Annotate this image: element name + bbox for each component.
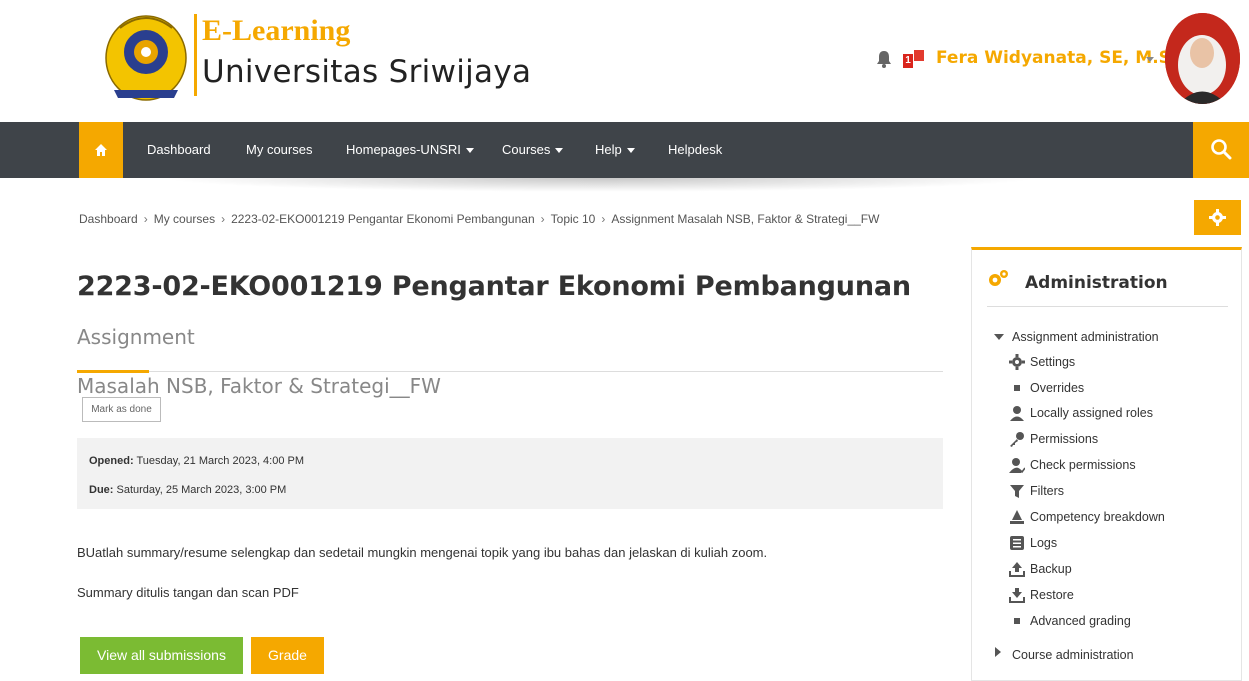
brand-divider <box>194 14 197 96</box>
view-all-submissions-button[interactable]: View all submissions <box>80 637 243 674</box>
search-icon <box>1211 139 1232 160</box>
due-date: Due: Saturday, 25 March 2023, 3:00 PM <box>89 484 286 496</box>
admin-item-settings[interactable]: Settings <box>1030 354 1075 370</box>
due-value: Saturday, 25 March 2023, 3:00 PM <box>116 484 287 496</box>
assignment-administration-node[interactable]: Assignment administration <box>1012 329 1159 345</box>
download-icon <box>1009 588 1025 603</box>
university-logo[interactable] <box>100 8 192 104</box>
breadcrumb-my-courses[interactable]: My courses <box>154 212 215 226</box>
admin-item-permissions[interactable]: Permissions <box>1030 431 1098 447</box>
assignment-instructions: Summary ditulis tangan dan scan PDF <box>77 585 299 600</box>
due-label: Due: <box>89 484 114 496</box>
search-button[interactable] <box>1193 122 1249 178</box>
admin-item-logs[interactable]: Logs <box>1030 535 1057 551</box>
opened-label: Opened: <box>89 455 134 467</box>
activity-name: Masalah NSB, Faktor & Strategi__FW <box>77 374 441 398</box>
nav-my-courses[interactable]: My courses <box>246 122 312 178</box>
breadcrumb-separator: › <box>601 212 606 226</box>
admin-item-restore[interactable]: Restore <box>1030 587 1074 603</box>
caret-down-icon <box>626 148 635 154</box>
administration-divider <box>987 306 1228 307</box>
assignment-description: BUatlah summary/resume selengkap dan sed… <box>77 545 768 560</box>
activity-type: Assignment <box>77 325 195 349</box>
main-navbar: Dashboard My courses Homepages-UNSRI Cou… <box>0 122 1249 178</box>
course-title: 2223-02-EKO001219 Pengantar Ekonomi Pemb… <box>77 271 911 302</box>
administration-block: Administration Assignment administration… <box>971 247 1242 681</box>
breadcrumb-topic[interactable]: Topic 10 <box>551 212 596 226</box>
breadcrumb-separator: › <box>221 212 226 226</box>
bullet-icon <box>1014 385 1020 391</box>
logs-icon <box>1010 536 1024 550</box>
expanded-arrow-icon[interactable] <box>994 334 1004 340</box>
caret-down-icon <box>465 148 474 154</box>
nav-help-label: Help <box>595 142 622 157</box>
nav-dashboard[interactable]: Dashboard <box>147 122 211 178</box>
home-button[interactable] <box>79 122 123 178</box>
nav-homepages-label: Homepages-UNSRI <box>346 142 461 157</box>
caret-down-icon <box>555 148 564 154</box>
nav-courses-label: Courses <box>502 142 551 157</box>
bullet-icon <box>1014 618 1020 624</box>
key-icon <box>1010 432 1024 447</box>
breadcrumb: Dashboard › My courses › 2223-02-EKO001219 P… <box>79 212 879 226</box>
title-accent-bar <box>77 370 149 373</box>
course-administration-node[interactable]: Course administration <box>1012 647 1134 663</box>
breadcrumb-assignment[interactable]: Assignment Masalah NSB, Faktor & Strateg… <box>611 212 879 226</box>
opened-value: Tuesday, 21 March 2023, 4:00 PM <box>136 455 305 467</box>
title-divider <box>77 371 943 372</box>
flag-icon <box>914 50 924 61</box>
opened-date: Opened: Tuesday, 21 March 2023, 4:00 PM <box>89 455 304 467</box>
gear-icon <box>1009 354 1025 370</box>
breadcrumb-course[interactable]: 2223-02-EKO001219 Pengantar Ekonomi Pemb… <box>231 212 535 226</box>
notification-badge: 1 <box>903 54 913 68</box>
page-settings-button[interactable] <box>1194 200 1241 235</box>
avatar[interactable] <box>1165 13 1240 104</box>
breadcrumb-separator: › <box>540 212 545 226</box>
gear-icon <box>1209 209 1226 226</box>
home-icon <box>95 144 107 156</box>
brand-subtitle: Universitas Sriwijaya <box>202 54 532 90</box>
grade-button[interactable]: Grade <box>251 637 324 674</box>
administration-title: Administration <box>1025 273 1168 293</box>
admin-item-competency-breakdown[interactable]: Competency breakdown <box>1030 509 1165 525</box>
nav-helpdesk[interactable]: Helpdesk <box>668 122 722 178</box>
activity-dates: Opened: Tuesday, 21 March 2023, 4:00 PM … <box>77 438 943 509</box>
nav-help[interactable]: Help <box>595 122 635 178</box>
cogs-icon <box>987 269 1009 294</box>
nav-courses[interactable]: Courses <box>502 122 564 178</box>
user-check-icon <box>1009 458 1025 473</box>
page-title: 2223-02-EKO001219 Pengantar Ekonomi Pemb… <box>77 264 947 412</box>
admin-item-filters[interactable]: Filters <box>1030 483 1064 499</box>
breadcrumb-dashboard[interactable]: Dashboard <box>79 212 138 226</box>
user-menu-name[interactable]: Fera Widyanata, SE, M.Si <box>936 48 1177 68</box>
admin-item-overrides[interactable]: Overrides <box>1030 380 1084 396</box>
user-icon <box>1010 406 1024 421</box>
competency-icon <box>1010 510 1024 524</box>
admin-item-backup[interactable]: Backup <box>1030 561 1072 577</box>
breadcrumb-separator: › <box>143 212 148 226</box>
navbar-shadow <box>160 178 1040 192</box>
mark-as-done-button[interactable]: Mark as done <box>82 397 161 422</box>
admin-item-locally-assigned-roles[interactable]: Locally assigned roles <box>1030 405 1153 421</box>
site-header: E-Learning Universitas Sriwijaya 1 Fera … <box>0 0 1249 122</box>
bell-icon[interactable] <box>876 50 892 68</box>
messages-icon[interactable]: 1 <box>903 50 924 68</box>
admin-item-check-permissions[interactable]: Check permissions <box>1030 457 1136 473</box>
collapsed-arrow-icon[interactable] <box>995 647 1001 657</box>
chevron-down-icon[interactable] <box>1146 57 1154 62</box>
nav-homepages-unsri[interactable]: Homepages-UNSRI <box>346 122 474 178</box>
admin-item-advanced-grading[interactable]: Advanced grading <box>1030 613 1131 629</box>
filter-icon <box>1010 485 1024 498</box>
upload-icon <box>1009 562 1025 577</box>
brand-title: E-Learning <box>202 14 351 47</box>
